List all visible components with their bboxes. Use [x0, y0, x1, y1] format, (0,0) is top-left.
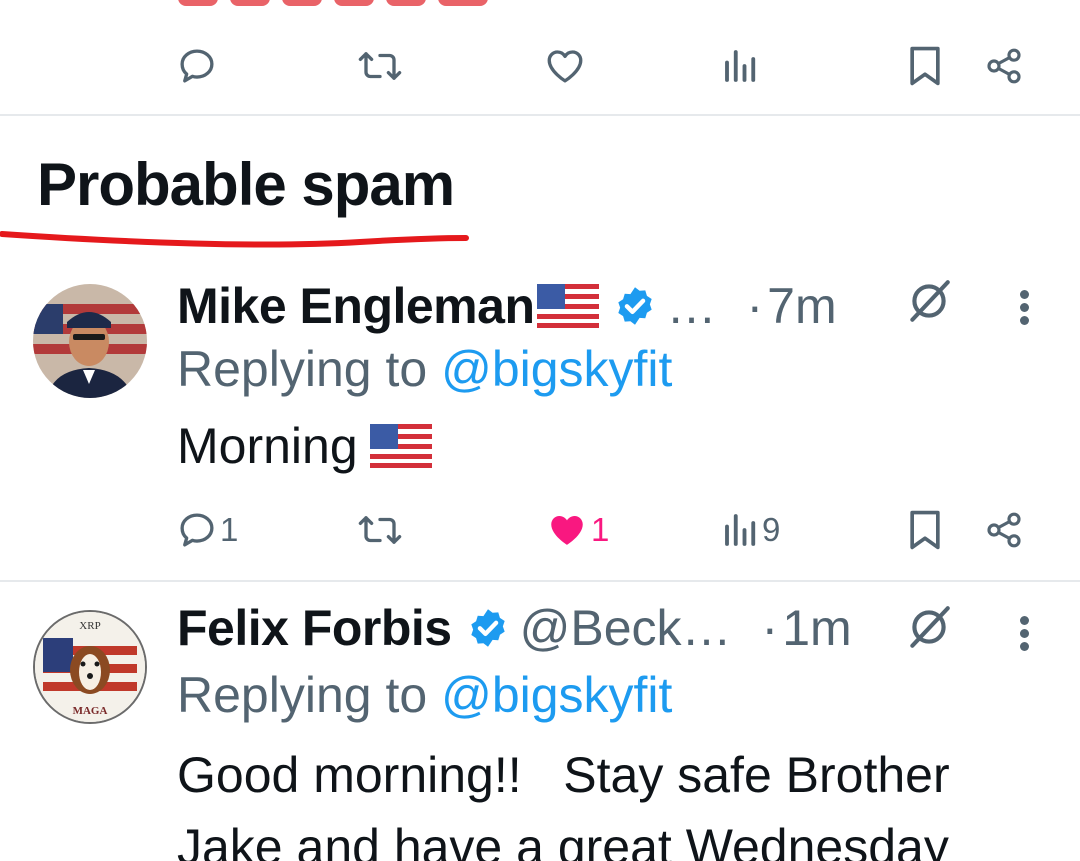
reply-action-bar: 1 1 9	[0, 500, 1080, 560]
share-button[interactable]	[984, 36, 1024, 96]
like-button[interactable]: 1	[545, 500, 609, 560]
divider	[0, 114, 1080, 116]
share-button[interactable]	[984, 500, 1024, 560]
mention-link[interactable]: @bigskyfit	[441, 341, 672, 397]
reply-item[interactable]: MAGA XRP Felix Forbis @Beck… · 1m Replyi…	[0, 596, 1080, 861]
avatar[interactable]: MAGA XRP	[33, 610, 147, 724]
handle[interactable]: …	[667, 277, 717, 335]
timestamp[interactable]: 7m	[767, 277, 836, 335]
bookmark-button[interactable]	[906, 36, 944, 96]
grok-icon[interactable]	[904, 276, 954, 326]
us-flag-icon	[369, 424, 432, 468]
separator-dot: ·	[746, 278, 764, 334]
more-options-icon[interactable]	[1020, 612, 1032, 655]
heart-filled-icon	[551, 516, 583, 545]
bookmark-button[interactable]	[906, 500, 944, 560]
views-icon	[725, 50, 756, 82]
display-name[interactable]: Felix Forbis	[177, 599, 452, 657]
avatar-label-bottom: MAGA	[73, 705, 108, 717]
retweet-icon	[358, 516, 402, 544]
verified-badge-icon	[617, 287, 652, 325]
timestamp[interactable]: 1m	[782, 599, 851, 657]
tweet-text-line-2: Jake and have a great Wednesday	[177, 819, 949, 861]
reply-button[interactable]: 1	[176, 500, 238, 560]
tweet-text: Morning	[177, 416, 432, 476]
tweet-text-content: Morning	[177, 418, 358, 474]
display-name[interactable]: Mike Engleman	[177, 277, 535, 335]
avatar-label-top: XRP	[79, 620, 100, 632]
retweet-button[interactable]	[357, 500, 403, 560]
share-icon	[987, 512, 1021, 548]
previous-post-media-edge	[178, 0, 493, 7]
reply-button[interactable]	[176, 36, 218, 96]
view-count: 9	[762, 511, 781, 548]
share-icon	[987, 48, 1021, 84]
mention-link[interactable]: @bigskyfit	[441, 667, 672, 723]
views-icon	[725, 514, 756, 546]
more-options-icon[interactable]	[1020, 286, 1032, 329]
separator-dot: ·	[761, 600, 779, 656]
retweet-button[interactable]	[357, 36, 403, 96]
reply-count: 1	[220, 511, 239, 548]
retweet-icon	[358, 52, 402, 80]
replying-prefix: Replying to	[177, 667, 428, 723]
section-heading: Probable spam	[37, 151, 455, 218]
name-row: Mike Engleman … · 7m	[177, 276, 837, 336]
views-button[interactable]	[722, 36, 760, 96]
us-flag-icon	[536, 284, 599, 328]
like-button[interactable]	[543, 36, 587, 96]
replying-to: Replying to @bigskyfit	[177, 666, 672, 724]
bookmark-icon	[910, 46, 940, 86]
views-button[interactable]: 9	[722, 500, 780, 560]
divider	[0, 580, 1080, 582]
avatar[interactable]	[33, 284, 147, 398]
previous-post-action-bar	[0, 36, 1080, 96]
replying-to: Replying to @bigskyfit	[177, 340, 672, 398]
reply-item[interactable]: Mike Engleman … · 7m Replying to @bigsky…	[0, 270, 1080, 580]
verified-badge-icon	[470, 609, 505, 647]
tweet-text-line-1: Good morning!! Stay safe Brother	[177, 747, 950, 803]
reply-icon	[180, 49, 214, 83]
heart-icon	[547, 50, 583, 83]
grok-icon[interactable]	[904, 602, 954, 652]
like-count: 1	[591, 511, 610, 548]
bookmark-icon	[910, 510, 940, 550]
name-row: Felix Forbis @Beck… · 1m	[177, 598, 852, 658]
replying-prefix: Replying to	[177, 341, 428, 397]
red-underline-annotation	[0, 231, 469, 248]
reply-icon	[180, 513, 214, 547]
handle[interactable]: @Beck…	[520, 599, 732, 657]
